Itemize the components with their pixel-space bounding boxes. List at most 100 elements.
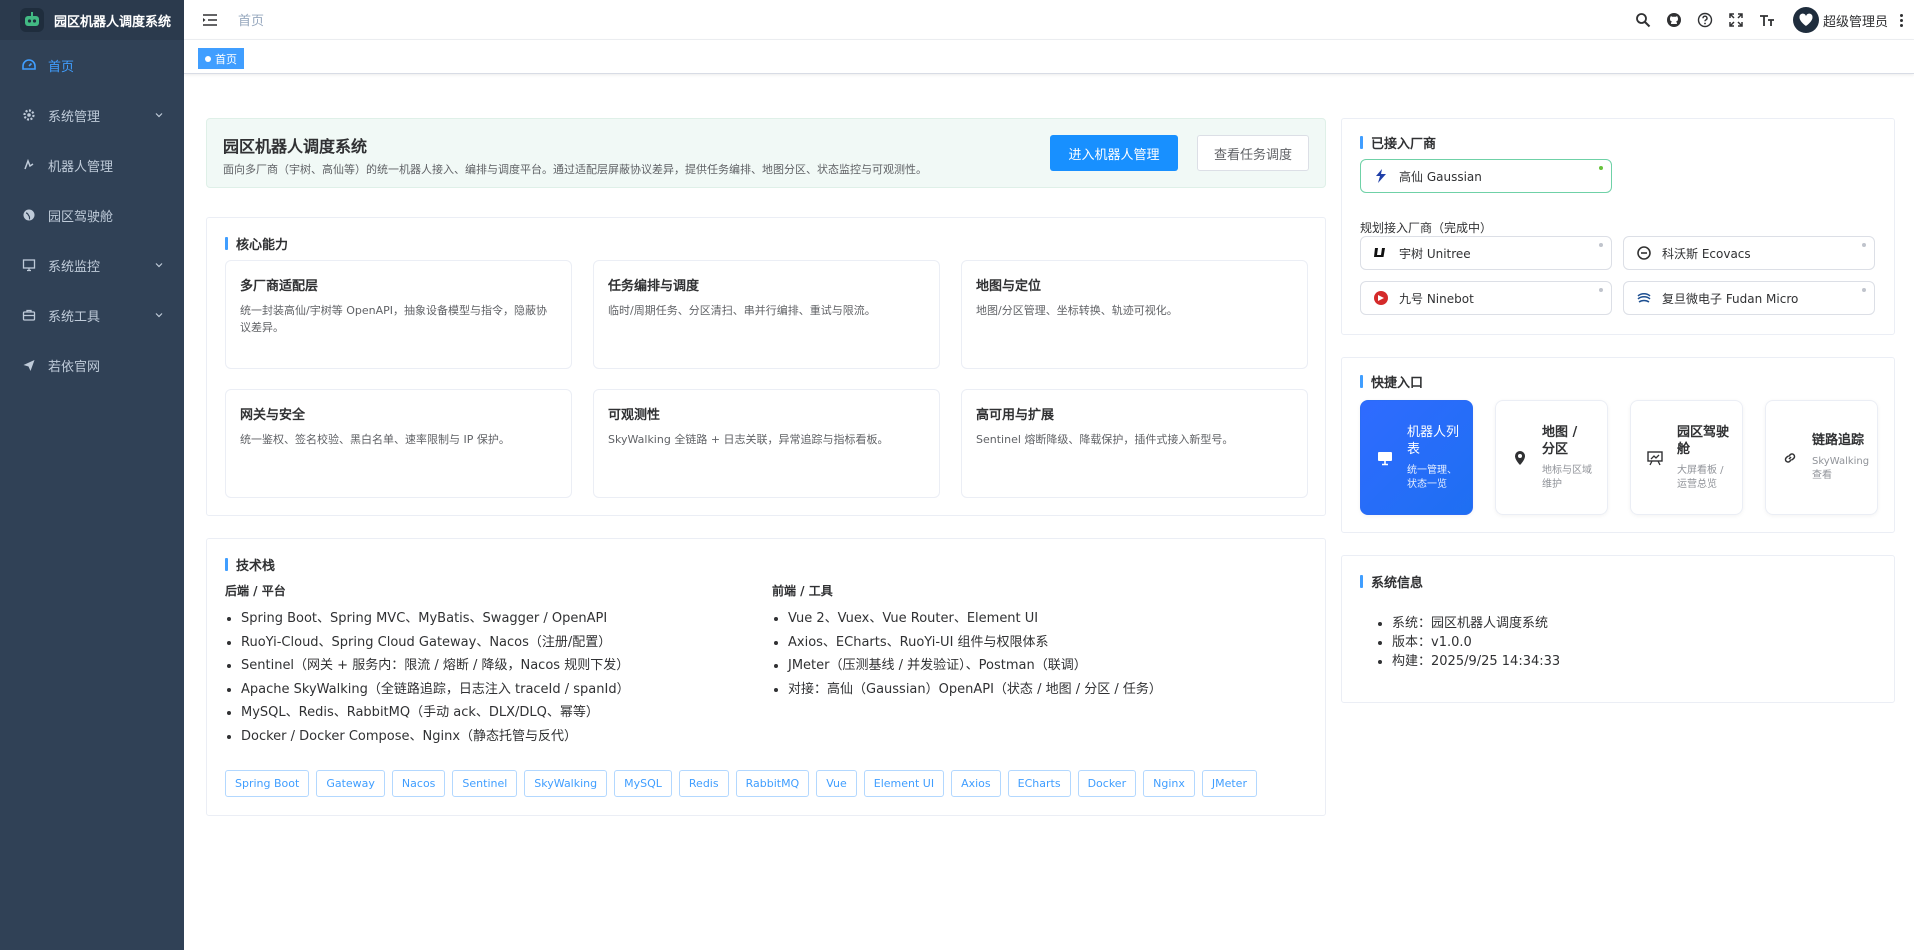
hero-banner: 园区机器人调度系统 面向多厂商（宇树、高仙等）的统一机器人接入、编排与调度平台。… <box>206 118 1326 188</box>
gear-icon <box>22 108 36 122</box>
status-dot <box>1862 243 1866 247</box>
sidebar-item-cockpit[interactable]: 园区驾驶舱 <box>0 190 184 240</box>
sidebar-item-label: 机器人管理 <box>48 159 114 175</box>
feature-title: 多厂商适配层 <box>240 279 319 294</box>
user-name: 超级管理员 <box>1822 14 1888 30</box>
navbar-actions: 超级管理员 <box>1628 0 1906 40</box>
quick-map-zone[interactable]: 地图 / 分区 地标与区域维护 <box>1495 400 1608 515</box>
list-item: Vue 2、Vuex、Vue Router、Element UI <box>788 607 1162 631</box>
vendor-unitree[interactable]: 宇树 Unitree <box>1360 236 1612 270</box>
brand[interactable]: 园区机器人调度系统 <box>0 0 184 40</box>
vendor-name: 九号 Ninebot <box>1399 291 1474 306</box>
search-icon[interactable] <box>1628 0 1659 40</box>
vendor-fudan[interactable]: 复旦微电子 Fudan Micro <box>1623 281 1875 315</box>
unitree-logo-icon <box>1373 245 1389 261</box>
sidebar-item-ruoyi[interactable]: 若依官网 <box>0 340 184 390</box>
system-info-list: 系统：园区机器人调度系统 版本：v1.0.0 构建：2025/9/25 14:3… <box>1380 614 1560 671</box>
enter-robot-management-button[interactable]: 进入机器人管理 <box>1050 135 1178 171</box>
tech-tag: MySQL <box>614 770 672 797</box>
feature-title: 可观测性 <box>608 408 661 423</box>
quick-desc: 地标与区域维护 <box>1542 464 1592 490</box>
hero-description: 面向多厂商（宇树、高仙等）的统一机器人接入、编排与调度平台。通过适配层屏蔽协议差… <box>223 163 927 176</box>
tech-tag: Vue <box>816 770 857 797</box>
more-icon[interactable] <box>1896 13 1906 27</box>
feature-card: 网关与安全 统一鉴权、签名校验、黑白名单、速率限制与 IP 保护。 <box>225 389 572 498</box>
sidebar-item-monitor[interactable]: 系统监控 <box>0 240 184 290</box>
github-icon[interactable] <box>1659 0 1690 40</box>
ecovacs-logo-icon <box>1636 245 1652 261</box>
font-size-icon[interactable] <box>1752 0 1783 40</box>
quick-title: 园区驾驶舱 <box>1677 424 1730 457</box>
app-title: 园区机器人调度系统 <box>54 14 172 30</box>
section-title: 系统信息 <box>1360 572 1423 591</box>
tech-tag: Docker <box>1077 770 1137 797</box>
feature-card: 可观测性 SkyWalking 全链路 + 日志关联，异常追踪与指标看板。 <box>593 389 940 498</box>
gaussian-logo-icon <box>1373 168 1389 184</box>
feature-desc: 统一封装高仙/宇树等 OpenAPI，抽象设备模型与指令，隐蔽协议差异。 <box>240 304 547 334</box>
tag-home[interactable]: 首页 <box>198 48 244 69</box>
robot-icon <box>22 158 36 172</box>
sidebar-item-label: 园区驾驶舱 <box>48 209 114 225</box>
list-item: Apache SkyWalking（全链路追踪，日志注入 traceId / s… <box>241 678 630 702</box>
dashboard-icon <box>22 58 36 72</box>
core-capabilities-card: 核心能力 多厂商适配层 统一封装高仙/宇树等 OpenAPI，抽象设备模型与指令… <box>206 217 1326 516</box>
vendor-ecovacs[interactable]: 科沃斯 Ecovacs <box>1623 236 1875 270</box>
status-dot <box>1599 166 1603 170</box>
tag-label: 首页 <box>215 52 237 66</box>
list-item: Docker / Docker Compose、Nginx（静态托管与反代） <box>241 725 630 749</box>
quick-cockpit[interactable]: 园区驾驶舱 大屏看板 / 运营总览 <box>1630 400 1743 515</box>
fudan-logo-icon <box>1636 290 1652 306</box>
globe-icon <box>22 208 36 222</box>
vendor-ninebot[interactable]: 九号 Ninebot <box>1360 281 1612 315</box>
location-icon <box>1510 448 1530 468</box>
hamburger-icon[interactable] <box>200 10 220 30</box>
tech-tag: ECharts <box>1007 770 1071 797</box>
list-item: 系统：园区机器人调度系统 <box>1392 614 1560 633</box>
tech-tag: Gateway <box>316 770 385 797</box>
chevron-down-icon <box>154 109 164 124</box>
sidebar-item-system[interactable]: 系统管理 <box>0 90 184 140</box>
sidebar-item-robots[interactable]: 机器人管理 <box>0 140 184 190</box>
sidebar-item-label: 若依官网 <box>48 359 101 375</box>
list-item: RuoYi-Cloud、Spring Cloud Gateway、Nacos（注… <box>241 631 630 655</box>
quick-title: 机器人列表 <box>1407 424 1460 457</box>
quick-title: 地图 / 分区 <box>1542 424 1578 457</box>
vendor-gaussian[interactable]: 高仙 Gaussian <box>1360 159 1612 193</box>
tech-tags: Spring Boot Gateway Nacos Sentinel SkyWa… <box>225 770 1257 797</box>
tech-tag: SkyWalking <box>524 770 608 797</box>
monitor-icon <box>1375 448 1395 468</box>
robot-logo-icon <box>20 8 44 32</box>
vendors-card: 已接入厂商 高仙 Gaussian 规划接入厂商（完成中） 宇树 Unitree… <box>1341 118 1895 335</box>
tech-tag: RabbitMQ <box>735 770 810 797</box>
feature-desc: Sentinel 熔断降级、降载保护，插件式接入新型号。 <box>976 433 1234 446</box>
user-menu[interactable]: 超级管理员 <box>1792 7 1906 33</box>
list-item: 版本：v1.0.0 <box>1392 633 1560 652</box>
quick-title: 链路追踪 <box>1812 433 1865 448</box>
sidebar-item-label: 首页 <box>48 59 75 75</box>
sidebar: 园区机器人调度系统 首页 系统管理 机器人管理 园区驾驶舱 系统监控 系统工具 <box>0 0 184 950</box>
tag-dot <box>205 55 211 62</box>
hero-title: 园区机器人调度系统 <box>223 137 368 156</box>
backend-list: Spring Boot、Spring MVC、MyBatis、Swagger /… <box>225 607 630 749</box>
quick-robot-list[interactable]: 机器人列表 统一管理、状态一览 <box>1360 400 1473 515</box>
fullscreen-icon[interactable] <box>1721 0 1752 40</box>
help-icon[interactable] <box>1690 0 1721 40</box>
vendor-name: 复旦微电子 Fudan Micro <box>1662 291 1799 306</box>
feature-card: 地图与定位 地图/分区管理、坐标转换、轨迹可视化。 <box>961 260 1308 369</box>
sidebar-item-tools[interactable]: 系统工具 <box>0 290 184 340</box>
tech-tag: Nacos <box>391 770 446 797</box>
breadcrumb[interactable]: 首页 <box>238 10 264 29</box>
vendor-name: 科沃斯 Ecovacs <box>1662 246 1751 261</box>
sidebar-item-label: 系统管理 <box>48 109 101 125</box>
status-dot <box>1599 288 1603 292</box>
tech-tag: Spring Boot <box>225 770 310 797</box>
quick-trace[interactable]: 链路追踪 SkyWalking 查看 <box>1765 400 1878 515</box>
sidebar-item-home[interactable]: 首页 <box>0 40 184 90</box>
sidebar-item-label: 系统工具 <box>48 309 101 325</box>
feature-desc: 临时/周期任务、分区清扫、串并行编排、重试与限流。 <box>608 304 876 317</box>
view-task-schedule-button[interactable]: 查看任务调度 <box>1197 135 1309 171</box>
navbar: 首页 超级管理员 <box>184 0 1914 40</box>
list-item: Spring Boot、Spring MVC、MyBatis、Swagger /… <box>241 607 630 631</box>
tech-tag: Redis <box>678 770 729 797</box>
ninebot-logo-icon <box>1373 290 1389 306</box>
